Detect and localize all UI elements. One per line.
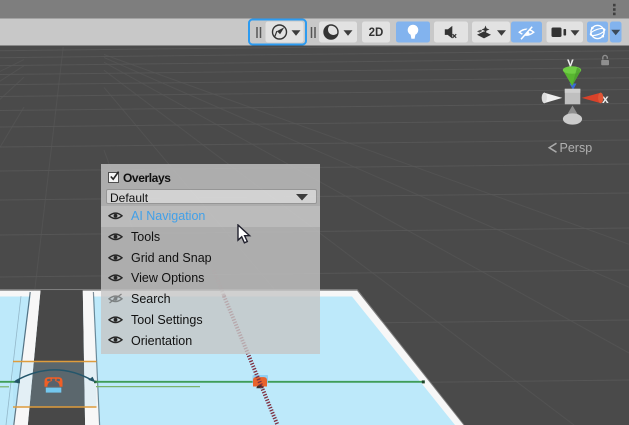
- svg-text:Persp: Persp: [560, 141, 593, 155]
- svg-text:2D: 2D: [369, 27, 384, 39]
